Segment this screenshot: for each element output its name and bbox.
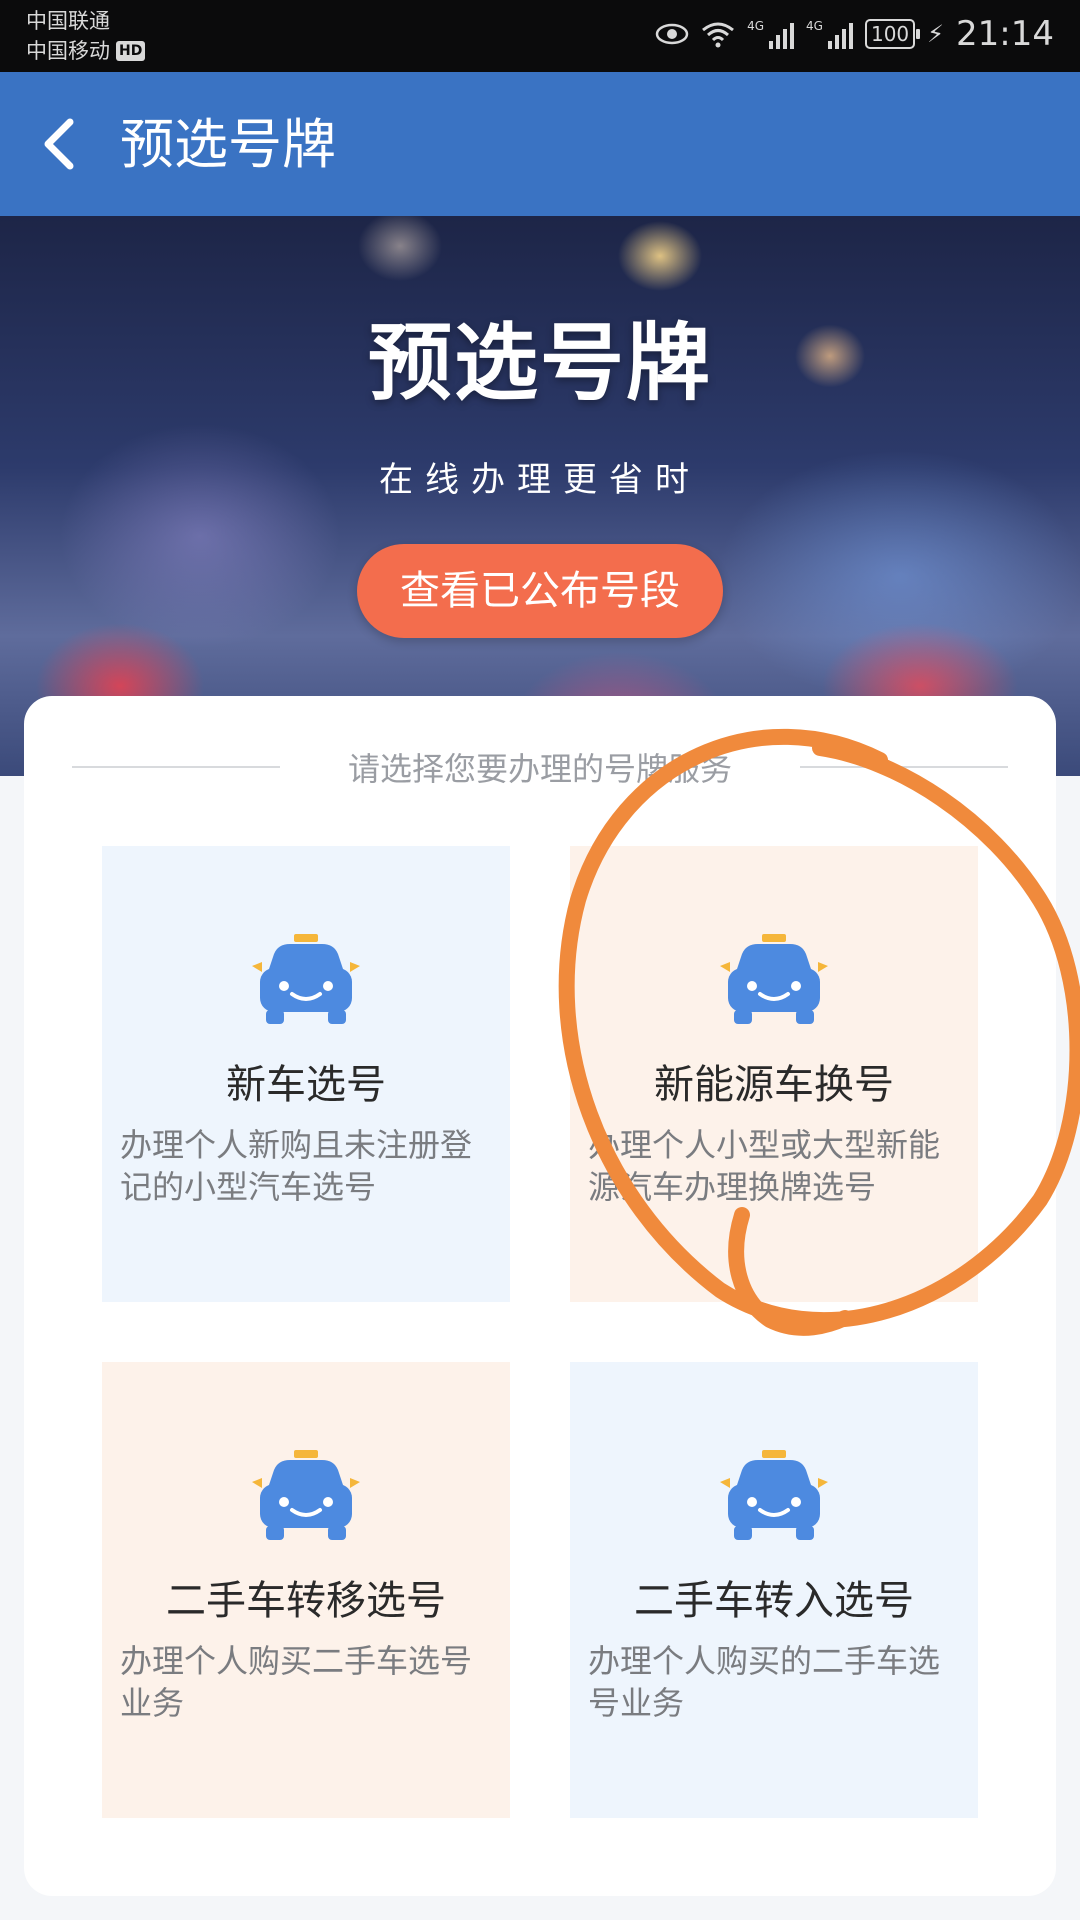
network-type-2: 4G (806, 19, 823, 33)
service-tile-new-car[interactable]: 新车选号 办理个人新购且未注册登记的小型汽车选号 (102, 846, 510, 1302)
service-tile-description: 办理个人新购且未注册登记的小型汽车选号 (120, 1126, 473, 1206)
service-tile-title: 二手车转入选号 (634, 1578, 914, 1624)
carrier-1: 中国联通 (26, 9, 110, 33)
service-tile-title: 二手车转移选号 (166, 1578, 446, 1624)
screen: 中国联通 中国移动 HD 4G 4G 100 ⚡ 21:14 预选号牌 预选号牌… (0, 0, 1080, 1920)
carrier-2: 中国移动 (26, 39, 110, 63)
hero-title: 预选号牌 (367, 314, 712, 412)
signal-icon-2: 4G (806, 19, 853, 49)
service-tile-new-energy[interactable]: 新能源车换号 办理个人小型或大型新能源汽车办理换牌选号 (570, 846, 978, 1302)
battery-level: 100 (864, 19, 921, 49)
network-type-1: 4G (747, 19, 765, 33)
eye-icon (655, 23, 689, 45)
taxi-car-icon (252, 1450, 360, 1540)
chevron-left-icon (44, 118, 74, 170)
app-bar: 预选号牌 (0, 72, 1080, 216)
service-tile-description: 办理个人小型或大型新能源汽车办理换牌选号 (588, 1126, 941, 1206)
clock: 21:14 (956, 14, 1054, 54)
taxi-car-icon (252, 934, 360, 1024)
service-tile-description: 办理个人购买的二手车选号业务 (588, 1642, 941, 1722)
section-title: 请选择您要办理的号牌服务 (347, 750, 732, 788)
service-tile-used-car-import[interactable]: 二手车转入选号 办理个人购买的二手车选号业务 (570, 1362, 978, 1818)
hero-banner: 预选号牌 在线办理更省时 查看已公布号段 (0, 216, 1080, 776)
service-card: 请选择您要办理的号牌服务 新车选号 办理个人新购且未注册登记的小型汽车选号 新能… (24, 696, 1056, 1896)
charging-icon: ⚡ (927, 20, 945, 48)
back-button[interactable] (34, 112, 94, 176)
status-icons: 4G 4G 100 ⚡ 21:14 (655, 14, 1054, 54)
page-title: 预选号牌 (120, 113, 336, 176)
taxi-car-icon (720, 934, 828, 1024)
taxi-car-icon (720, 1450, 828, 1540)
wifi-icon (702, 22, 735, 48)
view-published-ranges-button[interactable]: 查看已公布号段 (357, 544, 723, 638)
service-tile-title: 新能源车换号 (654, 1062, 894, 1108)
hero-subtitle: 在线办理更省时 (379, 460, 701, 500)
carrier-info: 中国联通 中国移动 HD (26, 6, 146, 66)
service-tile-title: 新车选号 (226, 1062, 386, 1108)
status-bar: 中国联通 中国移动 HD 4G 4G 100 ⚡ 21:14 (0, 0, 1080, 72)
service-tile-used-car-transfer[interactable]: 二手车转移选号 办理个人购买二手车选号业务 (102, 1362, 510, 1818)
service-tile-description: 办理个人购买二手车选号业务 (120, 1642, 473, 1722)
signal-icon-1: 4G (747, 19, 795, 49)
hd-badge: HD (116, 41, 146, 61)
